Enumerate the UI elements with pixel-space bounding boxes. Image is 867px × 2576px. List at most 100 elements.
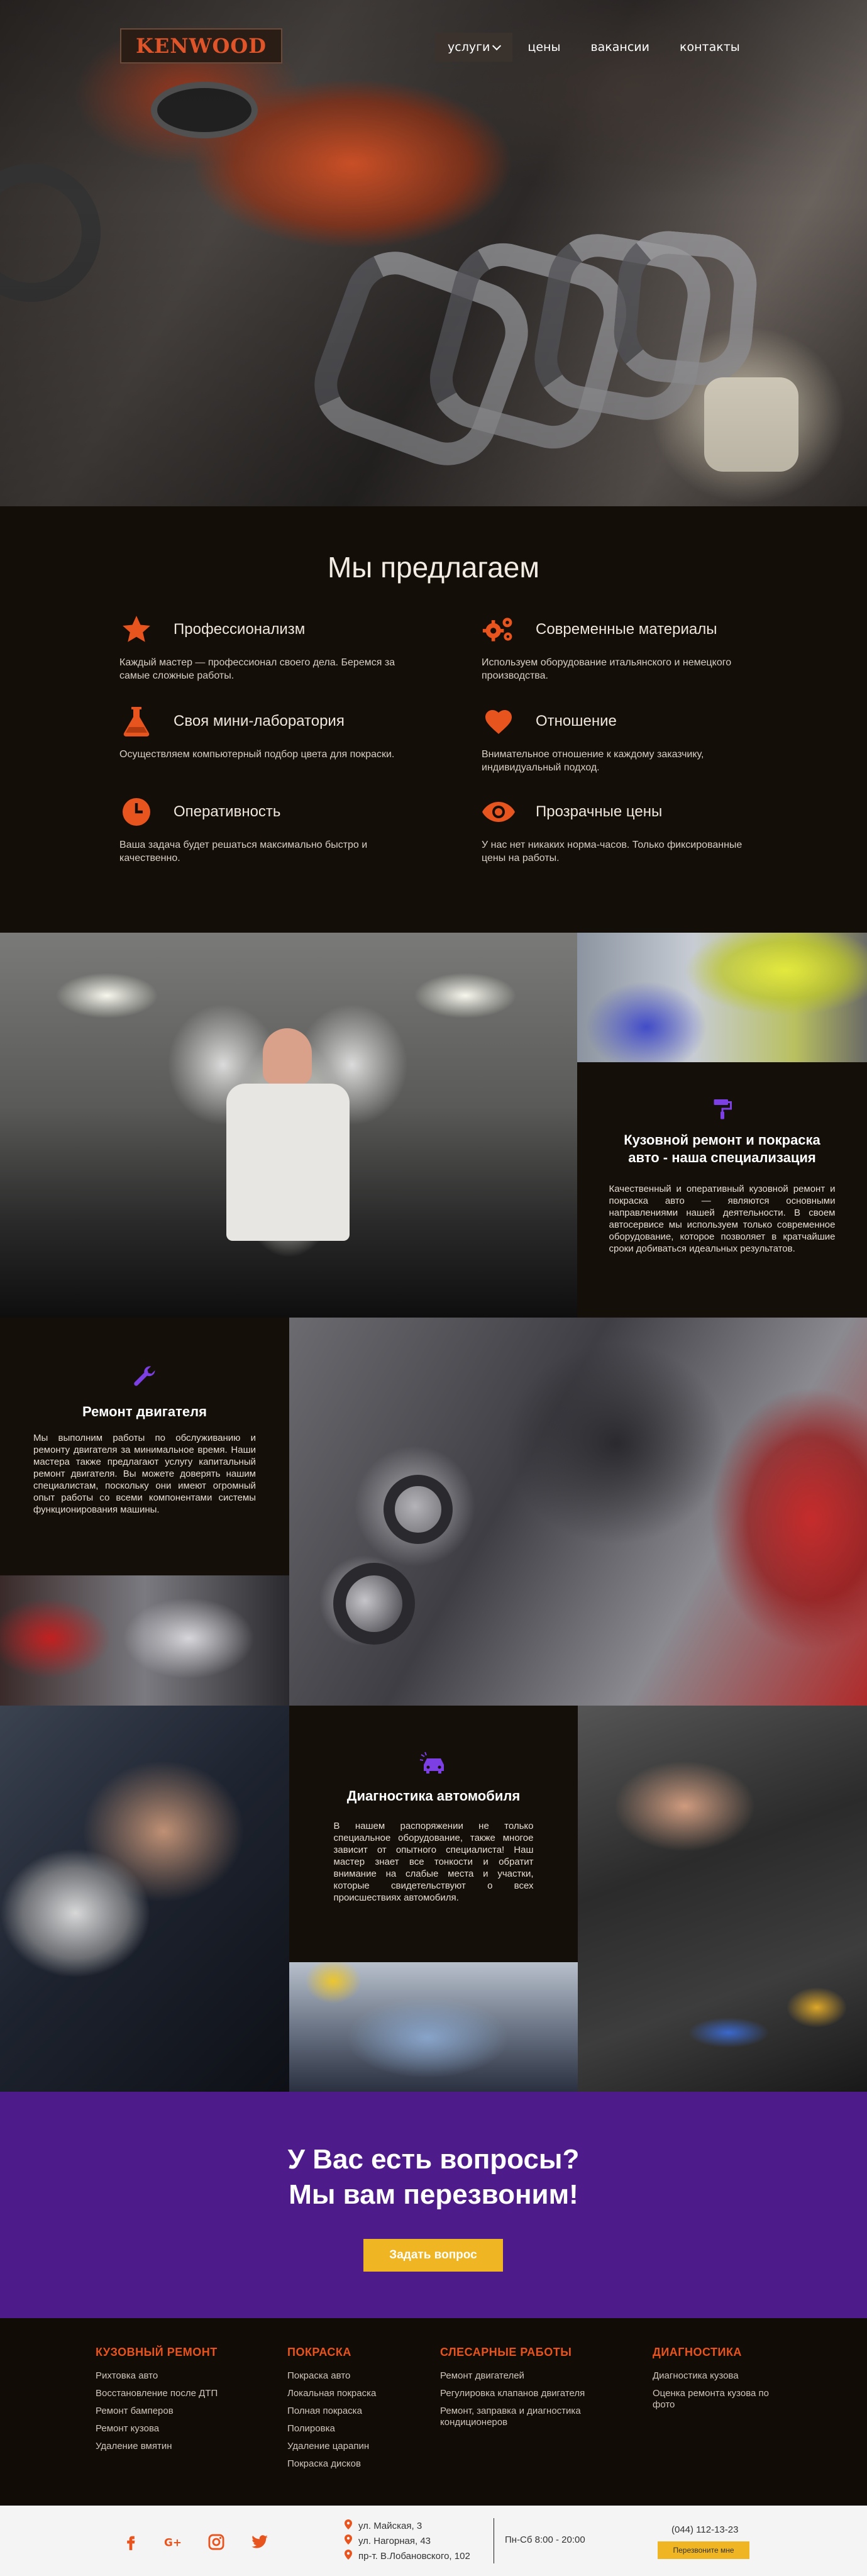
feature-materials: Современные материалы Используем оборудо… <box>482 613 758 682</box>
footer-col-heading: ДИАГНОСТИКА <box>653 2346 742 2358</box>
address-text: ул. Майская, 3 <box>358 2520 422 2531</box>
footer-col-painting: ПОКРАСКА Покраска авто Локальная покраск… <box>287 2346 376 2476</box>
photo-engine-belts <box>289 1318 867 1706</box>
service-bodywork: Кузовной ремонт и покраска авто - наша с… <box>577 1062 867 1318</box>
footer-link[interactable]: Покраска дисков <box>287 2458 376 2470</box>
service-title: Ремонт двигателя <box>82 1404 207 1419</box>
feature-title: Оперативность <box>174 803 281 820</box>
wrench-icon <box>131 1363 158 1393</box>
service-desc: В нашем распоряжении не только специальн… <box>333 1821 534 1903</box>
service-desc: Качественный и оперативный кузовной ремо… <box>609 1184 836 1254</box>
pulley-shape <box>333 1563 415 1645</box>
map-pin-icon <box>345 2550 352 2562</box>
footer-link[interactable]: Ремонт бамперов <box>96 2406 218 2417</box>
google-plus-icon[interactable]: G+ <box>164 2533 183 2551</box>
flask-icon <box>119 705 153 738</box>
svg-text:G+: G+ <box>164 2536 182 2549</box>
nav-services-label: услуги <box>448 40 490 54</box>
contacts-bar: G+ ул. Майская, 3 ул. Нагорная, 43 пр-т.… <box>0 2506 867 2576</box>
photo-engine-bay <box>289 1962 578 2092</box>
service-desc: Мы выполним работы по обслуживанию и рем… <box>33 1433 256 1515</box>
facebook-icon[interactable] <box>121 2533 140 2551</box>
feature-desc: У нас нет никаких норма-часов. Только фи… <box>482 840 743 863</box>
twitter-icon[interactable] <box>250 2533 269 2551</box>
main-nav: услуги цены вакансии контакты <box>435 33 755 62</box>
paint-roller-icon <box>711 1097 734 1123</box>
pulley-shape <box>384 1475 453 1544</box>
footer-link[interactable]: Ремонт, заправка и диагностика кондицион… <box>440 2406 591 2428</box>
nav-services[interactable]: услуги <box>435 33 513 62</box>
footer-link[interactable]: Диагностика кузова <box>653 2370 778 2382</box>
gears-icon <box>482 613 516 646</box>
feature-title: Профессионализм <box>174 621 306 638</box>
address-text: ул. Нагорная, 43 <box>358 2535 431 2546</box>
eye-icon <box>482 796 516 828</box>
photo-engine-wires <box>0 1575 289 1706</box>
callback-section: У Вас есть вопросы? Мы вам перезвоним! З… <box>0 2092 867 2318</box>
footer-link[interactable]: Восстановление после ДТП <box>96 2388 218 2399</box>
feature-desc: Внимательное отношение к каждому заказчи… <box>482 749 704 773</box>
feature-attitude: Отношение Внимательное отношение к каждо… <box>482 705 758 774</box>
feature-title: Отношение <box>536 713 617 730</box>
worker-figure <box>263 1028 312 1085</box>
service-engine-repair: Ремонт двигателя Мы выполним работы по о… <box>0 1318 289 1575</box>
instagram-icon[interactable] <box>207 2533 226 2551</box>
footer-link[interactable]: Оценка ремонта кузова по фото <box>653 2388 772 2411</box>
working-hours: Пн-Сб 8:00 - 20:00 <box>505 2534 585 2545</box>
footer-link[interactable]: Полная покраска <box>287 2406 376 2417</box>
callback-title-line1: У Вас есть вопросы? <box>287 2144 580 2175</box>
footer-col-heading: КУЗОВНЫЙ РЕМОНТ <box>96 2346 218 2358</box>
footer-link[interactable]: Удаление вмятин <box>96 2441 218 2452</box>
worker-suit <box>226 1084 350 1241</box>
map-pin-icon <box>345 2534 352 2547</box>
footer-link[interactable]: Удаление царапин <box>287 2441 376 2452</box>
footer-links: КУЗОВНЫЙ РЕМОНТ Рихтовка авто Восстановл… <box>0 2318 867 2506</box>
hero-section: KENWOOD услуги цены вакансии контакты <box>0 0 867 506</box>
address-row: пр-т. В.Лобановского, 102 <box>345 2548 470 2563</box>
footer-link[interactable]: Покраска авто <box>287 2370 376 2382</box>
feature-title: Современные материалы <box>536 621 717 638</box>
footer-col-bodywork: КУЗОВНЫЙ РЕМОНТ Рихтовка авто Восстановл… <box>96 2346 218 2458</box>
callback-title: У Вас есть вопросы? Мы вам перезвоним! <box>0 2142 867 2212</box>
feature-professionalism: Профессионализм Каждый мастер — професси… <box>119 613 396 682</box>
footer-link[interactable]: Рихтовка авто <box>96 2370 218 2382</box>
feature-speed: Оперативность Ваша задача будет решаться… <box>119 796 396 865</box>
chevron-down-icon <box>492 41 502 50</box>
clock-icon <box>119 796 153 828</box>
nav-contacts[interactable]: контакты <box>665 33 755 62</box>
feature-desc: Используем оборудование итальянского и н… <box>482 657 732 681</box>
call-me-button[interactable]: Перезвоните мне <box>658 2541 749 2559</box>
map-pin-icon <box>345 2519 352 2532</box>
ask-question-button[interactable]: Задать вопрос <box>363 2239 503 2272</box>
footer-link[interactable]: Ремонт кузова <box>96 2423 218 2434</box>
callback-title-line2: Мы вам перезвоним! <box>289 2179 578 2210</box>
footer-link[interactable]: Ремонт двигателей <box>440 2370 610 2382</box>
nav-prices[interactable]: цены <box>512 33 575 62</box>
photo-spray-painting <box>577 933 867 1062</box>
footer-col-mechanical: СЛЕСАРНЫЕ РАБОТЫ Ремонт двигателей Регул… <box>440 2346 610 2434</box>
footer-link[interactable]: Полировка <box>287 2423 376 2434</box>
footer-link[interactable]: Регулировка клапанов двигателя <box>440 2388 610 2399</box>
feature-lab: Своя мини-лаборатория Осуществляем компь… <box>119 705 396 761</box>
service-diagnostics: Диагностика автомобиля В нашем распоряже… <box>289 1706 578 1962</box>
offer-title: Мы предлагаем <box>327 551 540 584</box>
hero-engine-photo <box>0 0 867 506</box>
footer-link[interactable]: Локальная покраска <box>287 2388 376 2399</box>
address-text: пр-т. В.Лобановского, 102 <box>358 2550 470 2562</box>
heart-icon <box>482 705 516 738</box>
address-list: ул. Майская, 3 ул. Нагорная, 43 пр-т. В.… <box>345 2518 470 2563</box>
photo-fuse-box <box>578 1706 867 2092</box>
offer-section: Мы предлагаем Профессионализм Каждый мас… <box>0 506 867 933</box>
phone-number[interactable]: (044) 112-13-23 <box>671 2524 738 2535</box>
logo[interactable]: KENWOOD <box>120 28 282 64</box>
service-title: Кузовной ремонт и покраска авто - наша с… <box>624 1132 820 1165</box>
footer-col-diagnostics: ДИАГНОСТИКА Диагностика кузова Оценка ре… <box>653 2346 778 2417</box>
feature-desc: Каждый мастер — профессионал своего дела… <box>119 657 395 681</box>
feature-title: Прозрачные цены <box>536 803 663 820</box>
photo-diagnostic-tablet <box>0 1706 289 2092</box>
feature-desc: Ваша задача будет решаться максимально б… <box>119 840 368 863</box>
address-row: ул. Нагорная, 43 <box>345 2533 470 2548</box>
feature-title: Своя мини-лаборатория <box>174 713 345 730</box>
nav-vacancies[interactable]: вакансии <box>575 33 665 62</box>
star-icon <box>119 613 153 646</box>
